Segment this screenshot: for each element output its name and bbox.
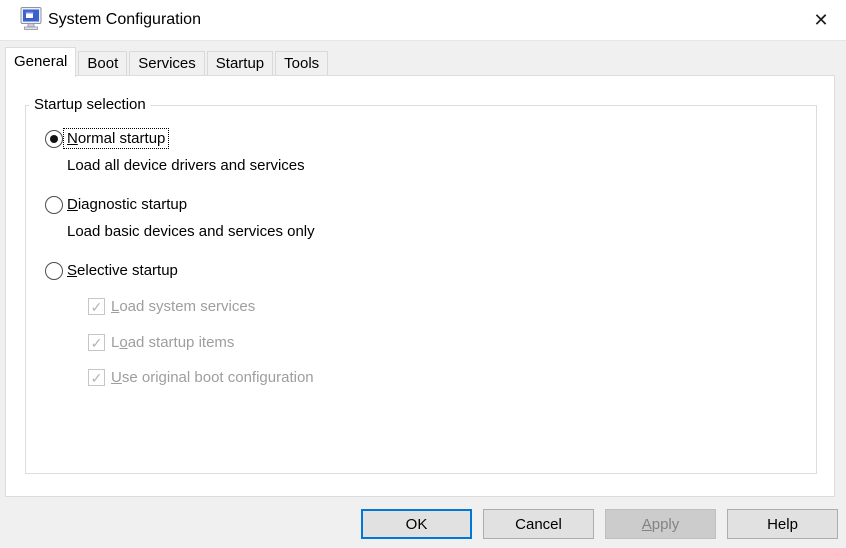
radio-dot [50, 135, 58, 143]
diagnostic-startup-radio-label[interactable]: Diagnostic startup [64, 195, 190, 214]
checkmark-icon: ✓ [90, 298, 103, 315]
ok-button[interactable]: OK [361, 509, 472, 539]
normal-startup-radio[interactable] [45, 130, 63, 148]
msconfig-app-icon [20, 6, 42, 32]
cancel-button[interactable]: Cancel [483, 509, 594, 539]
normal-startup-radio-label[interactable]: Normal startup [62, 128, 170, 149]
window-title: System Configuration [48, 11, 201, 28]
load-startup-items-checkbox: ✓ [88, 334, 105, 351]
selective-startup-radio[interactable] [45, 262, 63, 280]
tab-strip: General Boot Services Startup Tools [5, 46, 330, 77]
tab-services[interactable]: Services [129, 51, 205, 75]
selective-startup-radio-label[interactable]: Selective startup [64, 261, 181, 280]
apply-button: Apply [605, 509, 716, 539]
tab-general[interactable]: General [5, 47, 77, 77]
load-startup-items-label: Load startup items [111, 334, 235, 351]
load-system-services-label: Load system services [111, 298, 256, 315]
use-original-boot-configuration-checkbox: ✓ [88, 369, 105, 386]
diagnostic-startup-description: Load basic devices and services only [67, 223, 315, 240]
tab-startup[interactable]: Startup [206, 51, 274, 75]
tab-tools[interactable]: Tools [275, 51, 329, 75]
diagnostic-startup-radio[interactable] [45, 196, 63, 214]
help-button[interactable]: Help [727, 509, 838, 539]
load-system-services-checkbox: ✓ [88, 298, 105, 315]
tab-boot[interactable]: Boot [78, 51, 128, 75]
close-icon[interactable]: ✕ [798, 0, 844, 40]
normal-startup-description: Load all device drivers and services [67, 157, 305, 174]
title-bar: System Configuration ✕ [0, 0, 846, 41]
use-original-boot-configuration-label: Use original boot configuration [111, 369, 314, 386]
checkmark-icon: ✓ [90, 334, 103, 351]
startup-selection-group-title: Startup selection [29, 96, 151, 113]
checkmark-icon: ✓ [90, 369, 103, 386]
